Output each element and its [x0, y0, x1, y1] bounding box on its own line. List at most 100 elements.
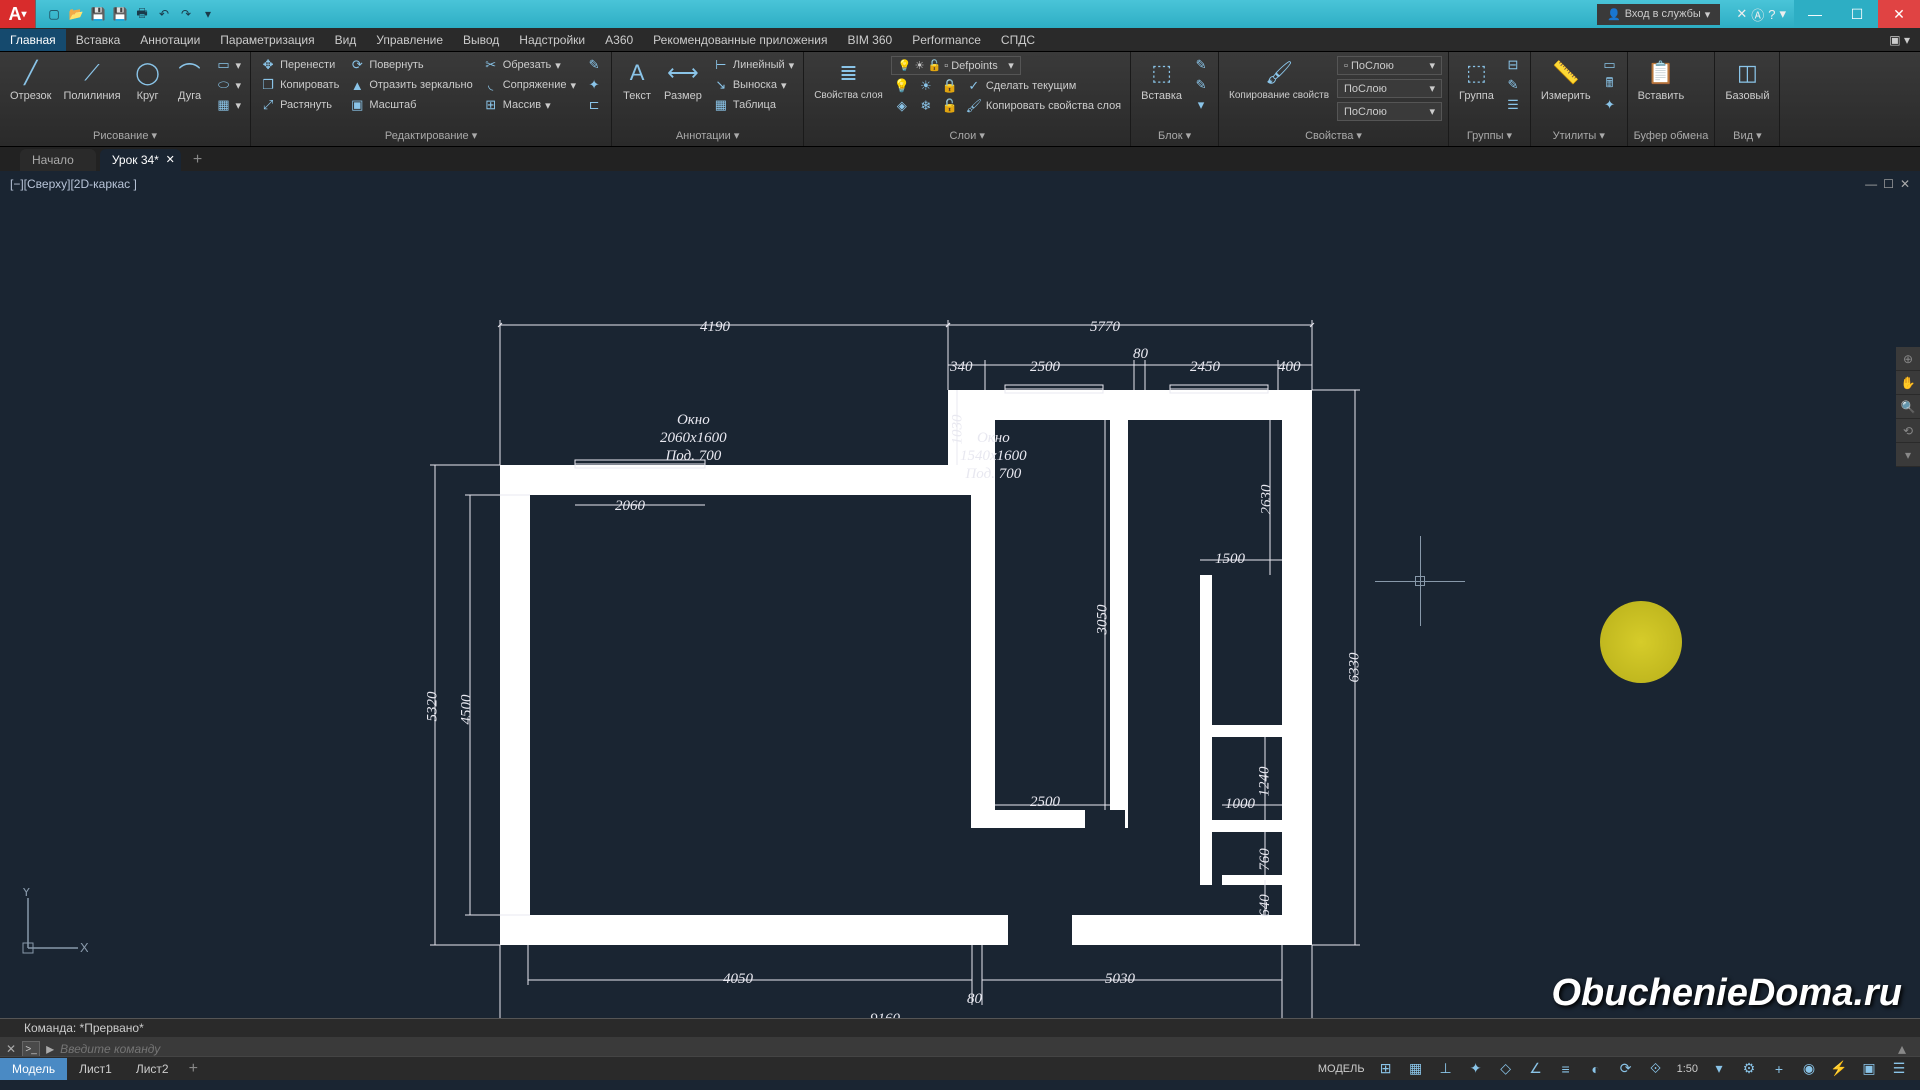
layer-freeze-button[interactable]: ☀ [915, 77, 937, 95]
layout-model[interactable]: Модель [0, 1058, 67, 1080]
open-icon[interactable]: 📂 [66, 4, 86, 24]
ungroup-button[interactable]: ⊟ [1502, 56, 1524, 74]
otrack-toggle[interactable]: ∠ [1523, 1059, 1549, 1079]
isolate-icon[interactable]: ◉ [1796, 1059, 1822, 1079]
measure-button[interactable]: 📏Измерить [1537, 56, 1595, 104]
rotate-button[interactable]: ⟳Повернуть [346, 56, 475, 74]
help-dropdown-icon[interactable]: ▾ [1779, 6, 1786, 22]
tab-home[interactable]: Главная [0, 29, 66, 51]
copy-layer-props-button[interactable]: 🖌Копировать свойства слоя [963, 97, 1124, 115]
scale-dropdown-icon[interactable]: ▾ [1706, 1059, 1732, 1079]
text-button[interactable]: AТекст [618, 56, 656, 104]
nav-orbit-icon[interactable]: ⟲ [1896, 419, 1920, 443]
hardware-accel-icon[interactable]: ⚡ [1826, 1059, 1852, 1079]
login-button[interactable]: 👤 Вход в службы ▾ [1597, 4, 1720, 25]
workspace-switch-icon[interactable]: ⚙ [1736, 1059, 1762, 1079]
color-dropdown[interactable]: ▫ ПоСлою▾ [1337, 56, 1442, 75]
calc-button[interactable]: 🖩 [1599, 76, 1621, 94]
app-store-icon[interactable]: Ⓐ [1751, 5, 1764, 24]
qat-dropdown-icon[interactable]: ▾ [198, 4, 218, 24]
cmd-close-icon[interactable]: ✕ [6, 1042, 16, 1056]
print-icon[interactable]: 🖶 [132, 4, 152, 24]
lineweight-dropdown[interactable]: ПоСлою▾ [1337, 102, 1442, 121]
polar-toggle[interactable]: ✦ [1463, 1059, 1489, 1079]
panel-layers-title[interactable]: Слои ▾ [810, 127, 1124, 144]
tab-manage[interactable]: Управление [366, 29, 453, 51]
explode-button[interactable]: ✦ [583, 76, 605, 94]
linear-dim-button[interactable]: ⊢Линейный ▾ [710, 56, 797, 74]
transparency-toggle[interactable]: ◐ [1583, 1059, 1609, 1079]
polyline-button[interactable]: ⟋Полилиния [59, 56, 124, 104]
ribbon-collapse-icon[interactable]: ▣ ▾ [1879, 29, 1920, 51]
minimize-button[interactable]: ― [1794, 0, 1836, 28]
app-logo[interactable]: A▾ [0, 0, 36, 28]
tab-annotate[interactable]: Аннотации [130, 29, 210, 51]
grid-toggle[interactable]: ⊞ [1373, 1059, 1399, 1079]
group-button[interactable]: ⬚Группа [1455, 56, 1498, 104]
stretch-button[interactable]: ⤢Растянуть [257, 96, 342, 114]
snap-toggle[interactable]: ▦ [1403, 1059, 1429, 1079]
trim-button[interactable]: ✂Обрезать ▾ [480, 56, 579, 74]
group-edit-button[interactable]: ✎ [1502, 76, 1524, 94]
scale-button[interactable]: ▣Масштаб [346, 96, 475, 114]
attr-block-button[interactable]: ▾ [1190, 96, 1212, 114]
panel-clip-title[interactable]: Буфер обмена [1634, 128, 1709, 144]
layer-dropdown[interactable]: 💡 ☀ 🔓 ▫ Defpoints▾ [891, 56, 1021, 75]
save-icon[interactable]: 💾 [88, 4, 108, 24]
nav-zoom-icon[interactable]: 🔍 [1896, 395, 1920, 419]
scale-label[interactable]: 1:50 [1673, 1063, 1702, 1075]
tab-addins[interactable]: Надстройки [509, 29, 595, 51]
new-icon[interactable]: ▢ [44, 4, 64, 24]
panel-utils-title[interactable]: Утилиты ▾ [1537, 127, 1621, 144]
cycling-toggle[interactable]: ⟳ [1613, 1059, 1639, 1079]
create-block-button[interactable]: ✎ [1190, 56, 1212, 74]
copy-button[interactable]: ❐Копировать [257, 76, 342, 94]
drawing-canvas[interactable]: [−][Сверху][2D-каркас ] ― ☐ ✕ [0, 171, 1920, 1018]
move-button[interactable]: ✥Перенести [257, 56, 342, 74]
erase-button[interactable]: ✎ [583, 56, 605, 74]
base-view-button[interactable]: ◫Базовый [1721, 56, 1773, 104]
fillet-button[interactable]: ◟Сопряжение ▾ [480, 76, 579, 94]
group-select-button[interactable]: ☰ [1502, 96, 1524, 114]
table-button[interactable]: ▦Таблица [710, 96, 797, 114]
tab-view[interactable]: Вид [325, 29, 367, 51]
layout-sheet1[interactable]: Лист1 [67, 1058, 124, 1080]
panel-groups-title[interactable]: Группы ▾ [1455, 127, 1524, 144]
layer-lock-button[interactable]: 🔒 [939, 77, 961, 95]
tab-close-icon[interactable]: ✕ [166, 153, 175, 166]
point-button[interactable]: ✦ [1599, 96, 1621, 114]
tab-performance[interactable]: Performance [902, 29, 991, 51]
ucs-icon[interactable]: X Y [18, 888, 88, 958]
layer-off-button[interactable]: 💡 [891, 77, 913, 95]
paste-button[interactable]: 📋Вставить [1634, 56, 1689, 104]
panel-annot-title[interactable]: Аннотации ▾ [618, 127, 797, 144]
clean-screen-icon[interactable]: ▣ [1856, 1059, 1882, 1079]
panel-modify-title[interactable]: Редактирование ▾ [257, 127, 605, 144]
layer-thaw-button[interactable]: ❄ [915, 97, 937, 115]
tab-start[interactable]: Начало [20, 149, 96, 171]
vp-min-icon[interactable]: ― [1865, 177, 1877, 191]
hatch-button[interactable]: ▦▾ [213, 96, 245, 114]
panel-draw-title[interactable]: Рисование ▾ [6, 127, 244, 144]
offset-button[interactable]: ⊏ [583, 96, 605, 114]
ortho-toggle[interactable]: ⊥ [1433, 1059, 1459, 1079]
nav-wheel-icon[interactable]: ⊕ [1896, 347, 1920, 371]
nav-show-icon[interactable]: ▾ [1896, 443, 1920, 467]
tab-spds[interactable]: СПДС [991, 29, 1045, 51]
edit-block-button[interactable]: ✎ [1190, 76, 1212, 94]
layout-add-button[interactable]: + [181, 1060, 206, 1078]
customize-icon[interactable]: ☰ [1886, 1059, 1912, 1079]
tab-a360[interactable]: A360 [595, 29, 643, 51]
exchange-icon[interactable]: ✕ [1736, 6, 1747, 22]
mirror-button[interactable]: ▲Отразить зеркально [346, 76, 475, 94]
lwt-toggle[interactable]: ≡ [1553, 1059, 1579, 1079]
make-current-button[interactable]: ✓Сделать текущим [963, 77, 1079, 95]
tab-document[interactable]: Урок 34*✕ [100, 149, 181, 171]
panel-props-title[interactable]: Свойства ▾ [1225, 127, 1442, 144]
leader-button[interactable]: ↘Выноска ▾ [710, 76, 797, 94]
tab-parametric[interactable]: Параметризация [210, 29, 324, 51]
status-model-label[interactable]: МОДЕЛЬ [1314, 1063, 1369, 1075]
tab-insert[interactable]: Вставка [66, 29, 131, 51]
annotation-monitor-icon[interactable]: + [1766, 1059, 1792, 1079]
panel-block-title[interactable]: Блок ▾ [1137, 127, 1212, 144]
